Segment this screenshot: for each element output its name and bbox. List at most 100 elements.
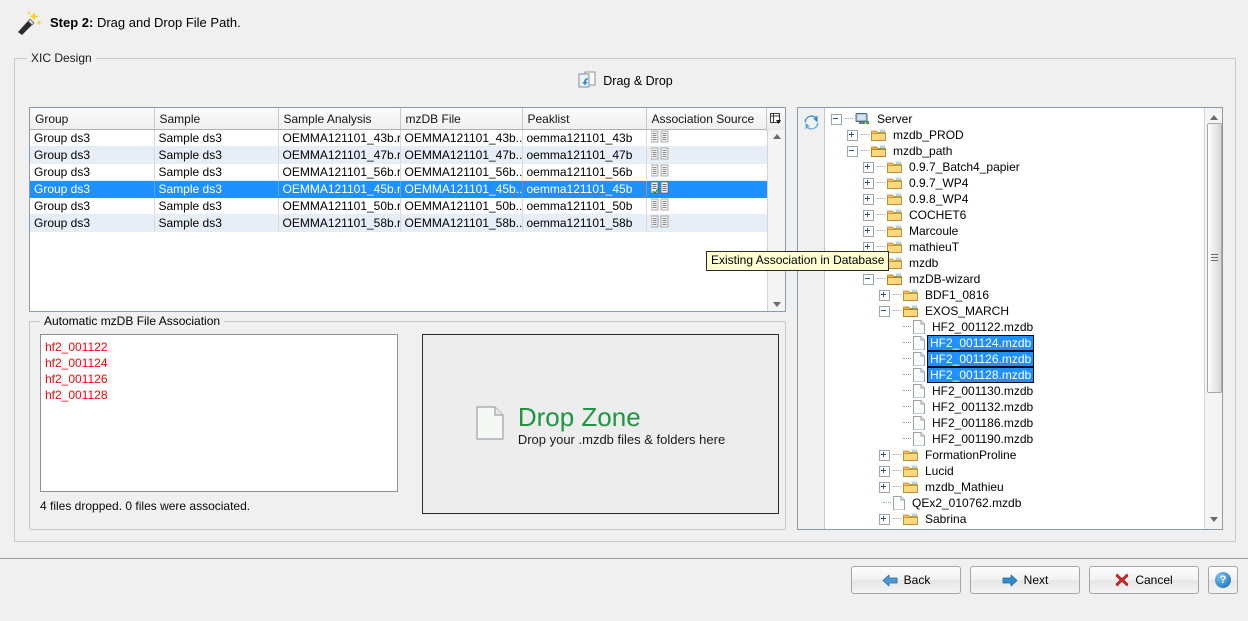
- column-header-sample[interactable]: Sample: [154, 108, 279, 130]
- expand-icon[interactable]: [863, 193, 874, 205]
- tree-node-file[interactable]: HF2_001186.mzdb: [825, 415, 1204, 431]
- list-item[interactable]: hf2_001128: [45, 387, 397, 403]
- drag-drop-icon: [577, 71, 597, 91]
- collapse-icon[interactable]: [831, 113, 842, 125]
- scroll-down-icon[interactable]: [1210, 517, 1218, 522]
- table-row[interactable]: Group ds3 Sample ds3 OEMMA121101_56b.raw…: [30, 163, 768, 181]
- cell-association-source[interactable]: [646, 146, 768, 164]
- tree-node-cochet6[interactable]: COCHET6: [825, 207, 1204, 223]
- tree-node-mzdb-path[interactable]: mzdb_path: [825, 143, 1204, 159]
- tree-node-file[interactable]: HF2_001122.mzdb: [825, 319, 1204, 335]
- scrollbar-grip-icon: [1211, 254, 1218, 261]
- wizard-footer: Back Next Cancel ?: [0, 558, 1248, 621]
- help-icon: ?: [1215, 572, 1231, 588]
- tree-connector: [893, 454, 901, 456]
- expand-icon[interactable]: [847, 129, 858, 141]
- table-row[interactable]: Group ds3 Sample ds3 OEMMA121101_43b.raw…: [30, 129, 768, 147]
- column-header-association-source[interactable]: Association Source: [646, 108, 768, 130]
- column-header-sample-analysis[interactable]: Sample Analysis: [278, 108, 401, 130]
- tree-node-097-batch4[interactable]: 0.9.7_Batch4_papier: [825, 159, 1204, 175]
- back-button[interactable]: Back: [851, 566, 961, 594]
- column-header-mzdb-file[interactable]: mzDB File: [400, 108, 523, 130]
- file-association-table[interactable]: Group Sample Sample Analysis mzDB File P…: [29, 107, 786, 312]
- wizard-header: Step 2: Drag and Drop File Path.: [0, 0, 1248, 46]
- cell-mzdb-file: OEMMA121101_50b....: [400, 197, 523, 215]
- tree-node-exos-march[interactable]: EXOS_MARCH: [825, 303, 1204, 319]
- list-item[interactable]: hf2_001126: [45, 371, 397, 387]
- cell-sample-analysis: OEMMA121101_45b.raw: [278, 180, 401, 198]
- dropped-files-list[interactable]: hf2_001122 hf2_001124 hf2_001126 hf2_001…: [40, 334, 398, 492]
- tree-vertical-scrollbar[interactable]: [1204, 108, 1222, 529]
- list-item[interactable]: hf2_001124: [45, 355, 397, 371]
- file-icon: [913, 368, 925, 382]
- refresh-icon[interactable]: [803, 115, 820, 134]
- tree-node-formationproline[interactable]: FormationProline: [825, 447, 1204, 463]
- file-icon: [913, 400, 925, 414]
- table-vertical-scrollbar[interactable]: [767, 130, 785, 311]
- tree-node-file[interactable]: HF2_001132.mzdb: [825, 399, 1204, 415]
- scroll-up-icon[interactable]: [772, 134, 781, 139]
- automatic-association-panel: Automatic mzDB File Association hf2_0011…: [29, 314, 786, 530]
- column-header-group[interactable]: Group: [30, 108, 155, 130]
- cell-association-source[interactable]: [646, 180, 768, 198]
- collapse-icon[interactable]: [879, 305, 890, 317]
- tree-node-label: 0.9.7_WP4: [909, 176, 969, 190]
- expand-icon[interactable]: [879, 465, 890, 477]
- document-icon: [476, 405, 504, 443]
- tree-connector: [903, 422, 911, 424]
- expand-icon[interactable]: [863, 225, 874, 237]
- expand-icon[interactable]: [879, 481, 890, 493]
- expand-icon[interactable]: [863, 161, 874, 173]
- tree-node-097-wp4[interactable]: 0.9.7_WP4: [825, 175, 1204, 191]
- expand-icon[interactable]: [879, 449, 890, 461]
- tree-node-lucid[interactable]: Lucid: [825, 463, 1204, 479]
- folder-icon: [903, 289, 918, 301]
- tree-node-file-selected[interactable]: HF2_001128.mzdb: [825, 367, 1204, 383]
- expand-icon[interactable]: [879, 289, 890, 301]
- expand-icon[interactable]: [863, 177, 874, 189]
- tree-node-label: Lucid: [925, 464, 954, 478]
- tree-node-file[interactable]: HF2_001190.mzdb: [825, 431, 1204, 447]
- table-row-selected[interactable]: Group ds3 Sample ds3 OEMMA121101_45b.raw…: [30, 180, 768, 198]
- column-chooser-button[interactable]: [766, 108, 785, 131]
- cell-association-source[interactable]: [646, 163, 768, 181]
- table-row[interactable]: Group ds3 Sample ds3 OEMMA121101_47b.raw…: [30, 146, 768, 164]
- cell-association-source[interactable]: [646, 214, 768, 232]
- tree-node-file[interactable]: HF2_001130.mzdb: [825, 383, 1204, 399]
- column-header-peaklist[interactable]: Peaklist: [522, 108, 647, 130]
- table-body: Group ds3 Sample ds3 OEMMA121101_43b.raw…: [30, 129, 768, 232]
- scroll-up-icon[interactable]: [1210, 115, 1218, 120]
- tree-connector: [893, 486, 901, 488]
- cell-association-source[interactable]: [646, 197, 768, 215]
- server-file-tree[interactable]: Server mzdb_PROD mzdb_path 0.9.7_Batch4_…: [797, 107, 1223, 530]
- expand-icon[interactable]: [863, 209, 874, 221]
- tree-node-bdf1-0816[interactable]: BDF1_0816: [825, 287, 1204, 303]
- scroll-down-icon[interactable]: [772, 302, 781, 307]
- next-button[interactable]: Next: [970, 566, 1080, 594]
- tree-node-mzdb-prod[interactable]: mzdb_PROD: [825, 127, 1204, 143]
- file-icon: [913, 416, 925, 430]
- table-row[interactable]: Group ds3 Sample ds3 OEMMA121101_58b.raw…: [30, 214, 768, 232]
- list-item[interactable]: hf2_001122: [45, 339, 397, 355]
- cell-association-source[interactable]: [646, 129, 768, 147]
- collapse-icon[interactable]: [863, 273, 874, 285]
- tree-node-mzdb-mathieu[interactable]: mzdb_Mathieu: [825, 479, 1204, 495]
- tree-node-label: mzdb: [909, 256, 939, 270]
- tree-node-mzdb-wizard[interactable]: mzDB-wizard: [825, 271, 1204, 287]
- scrollbar-thumb[interactable]: [1207, 123, 1222, 393]
- tree-node-file[interactable]: QEx2_010762.mzdb: [825, 495, 1204, 511]
- cell-group: Group ds3: [30, 163, 155, 181]
- table-row[interactable]: Group ds3 Sample ds3 OEMMA121101_50b.raw…: [30, 197, 768, 215]
- tree-node-sabrina[interactable]: Sabrina: [825, 511, 1204, 527]
- tree-node-marcoule[interactable]: Marcoule: [825, 223, 1204, 239]
- drop-zone[interactable]: Drop Zone Drop your .mzdb files & folder…: [422, 334, 779, 514]
- expand-icon[interactable]: [879, 513, 890, 525]
- cell-group: Group ds3: [30, 180, 155, 198]
- tree-node-server[interactable]: Server: [825, 111, 1204, 127]
- tree-node-file-selected[interactable]: HF2_001126.mzdb: [825, 351, 1204, 367]
- tree-node-098-wp4[interactable]: 0.9.8_WP4: [825, 191, 1204, 207]
- help-button[interactable]: ?: [1208, 566, 1238, 594]
- tree-node-file-selected[interactable]: HF2_001124.mzdb: [825, 335, 1204, 351]
- collapse-icon[interactable]: [847, 145, 858, 157]
- cancel-button[interactable]: Cancel: [1089, 566, 1199, 594]
